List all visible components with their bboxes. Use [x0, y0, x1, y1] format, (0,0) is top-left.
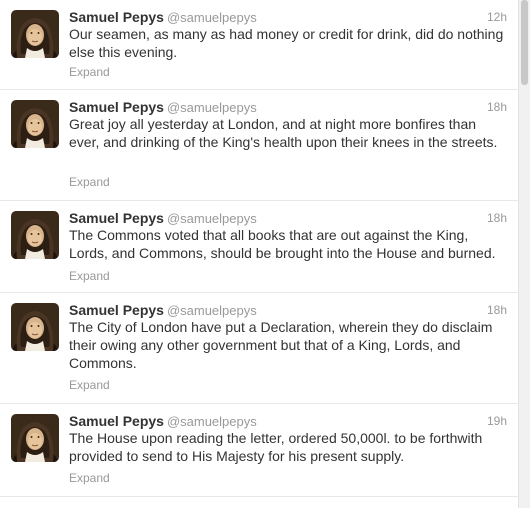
- tweet-timestamp[interactable]: 18h: [487, 98, 507, 116]
- author-handle[interactable]: @samuelpepys: [167, 414, 257, 429]
- portrait-avatar-icon: [11, 414, 59, 462]
- tweet-text: The Commons voted that all books that ar…: [69, 227, 496, 261]
- tweet-timestamp[interactable]: 12h: [487, 8, 507, 26]
- author-handle[interactable]: @samuelpepys: [167, 100, 257, 115]
- tweet-timestamp[interactable]: 18h: [487, 209, 507, 227]
- scrollbar-thumb[interactable]: [521, 0, 528, 85]
- tweet-item[interactable]: Samuel Pepys @samuelpepys 18h Great joy a…: [0, 90, 518, 201]
- portrait-avatar-icon: [11, 100, 59, 148]
- expand-link[interactable]: Expand: [69, 378, 110, 392]
- avatar[interactable]: [11, 303, 59, 351]
- tweet-header: Samuel Pepys @samuelpepys 18h: [69, 301, 507, 319]
- tweet-item[interactable]: Samuel Pepys @samuelpepys 19h The House u…: [0, 404, 518, 497]
- author-handle[interactable]: @samuelpepys: [167, 10, 257, 25]
- tweet-header: Samuel Pepys @samuelpepys 18h: [69, 209, 507, 227]
- vertical-scrollbar[interactable]: [518, 0, 530, 508]
- tweet-item[interactable]: Samuel Pepys @samuelpepys 18h The Commons…: [0, 201, 518, 293]
- avatar[interactable]: [11, 10, 59, 58]
- expand-link[interactable]: Expand: [69, 269, 110, 283]
- author-handle[interactable]: @samuelpepys: [167, 211, 257, 226]
- expand-link[interactable]: Expand: [69, 65, 110, 79]
- tweet-item[interactable]: Samuel Pepys @samuelpepys 12h Our seamen,…: [0, 0, 518, 90]
- portrait-avatar-icon: [11, 303, 59, 351]
- tweet-text: The City of London have put a Declaratio…: [69, 319, 493, 371]
- avatar[interactable]: [11, 100, 59, 148]
- avatar[interactable]: [11, 211, 59, 259]
- tweet-item[interactable]: Samuel Pepys @samuelpepys 18h The City of…: [0, 293, 518, 404]
- tweet-header: Samuel Pepys @samuelpepys 19h: [69, 412, 507, 430]
- tweet-text: The House upon reading the letter, order…: [69, 430, 483, 464]
- author-handle[interactable]: @samuelpepys: [167, 303, 257, 318]
- author-name[interactable]: Samuel Pepys: [69, 99, 164, 115]
- expand-link[interactable]: Expand: [69, 471, 110, 485]
- author-name[interactable]: Samuel Pepys: [69, 302, 164, 318]
- avatar[interactable]: [11, 414, 59, 462]
- portrait-avatar-icon: [11, 10, 59, 58]
- portrait-avatar-icon: [11, 211, 59, 259]
- author-name[interactable]: Samuel Pepys: [69, 9, 164, 25]
- expand-link[interactable]: Expand: [69, 175, 110, 189]
- tweet-text: Great joy all yesterday at London, and a…: [69, 116, 498, 150]
- author-name[interactable]: Samuel Pepys: [69, 210, 164, 226]
- tweet-header: Samuel Pepys @samuelpepys 12h: [69, 8, 507, 26]
- tweet-timestamp[interactable]: 18h: [487, 301, 507, 319]
- tweet-header: Samuel Pepys @samuelpepys 18h: [69, 98, 507, 116]
- author-name[interactable]: Samuel Pepys: [69, 413, 164, 429]
- tweet-text: Our seamen, as many as had money or cred…: [69, 26, 504, 60]
- tweet-timestamp[interactable]: 19h: [487, 412, 507, 430]
- tweet-timeline: Samuel Pepys @samuelpepys 12h Our seamen,…: [0, 0, 518, 508]
